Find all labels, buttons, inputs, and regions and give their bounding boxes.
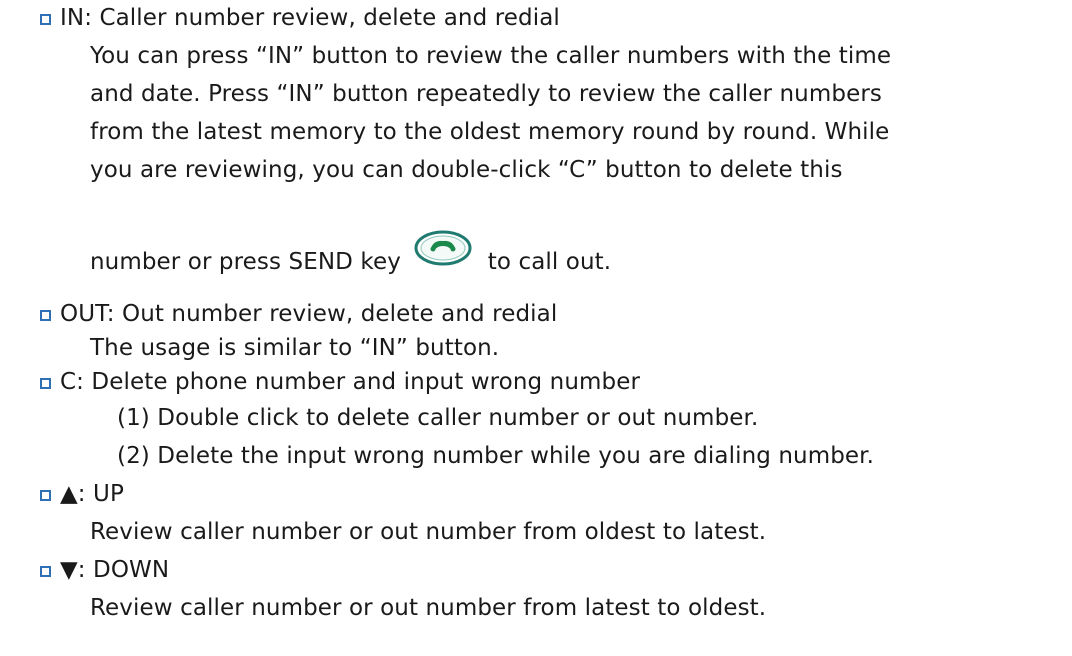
item-up-heading: ▲: UP bbox=[60, 481, 124, 507]
item-in-heading: IN: Caller number review, delete and red… bbox=[60, 5, 560, 31]
item-out-body-line: The usage is similar to “IN” button. bbox=[90, 335, 500, 361]
square-bullet-icon bbox=[40, 378, 51, 389]
item-out-heading: OUT: Out number review, delete and redia… bbox=[60, 301, 558, 327]
item-in-body-line: you are reviewing, you can double-click … bbox=[90, 157, 843, 183]
square-bullet-icon bbox=[40, 310, 51, 321]
send-key-icon bbox=[412, 228, 474, 277]
item-c-heading: C: Delete phone number and input wrong n… bbox=[60, 369, 641, 395]
square-bullet-icon bbox=[40, 566, 51, 577]
item-down-body-line: Review caller number or out number from … bbox=[90, 595, 767, 621]
square-bullet-icon bbox=[40, 490, 51, 501]
item-up-body-line: Review caller number or out number from … bbox=[90, 519, 767, 545]
item-in-body-line: from the latest memory to the oldest mem… bbox=[90, 119, 890, 145]
item-in-body-line: You can press “IN” button to review the … bbox=[90, 43, 892, 69]
item-in-body-line: and date. Press “IN” button repeatedly t… bbox=[90, 81, 882, 107]
item-c-body-line: (1) Double click to delete caller number… bbox=[117, 405, 759, 431]
document-page: IN: Caller number review, delete and red… bbox=[0, 0, 1072, 656]
item-in-body-text-after-key: to call out. bbox=[487, 249, 612, 275]
item-c-body-line: (2) Delete the input wrong number while … bbox=[117, 443, 875, 469]
item-in-body-text-before-key: number or press SEND key bbox=[90, 249, 401, 275]
item-down-heading: ▼: DOWN bbox=[60, 557, 170, 583]
item-in-body-last-line: number or press SEND key to call out. bbox=[90, 230, 612, 287]
square-bullet-icon bbox=[40, 14, 51, 25]
